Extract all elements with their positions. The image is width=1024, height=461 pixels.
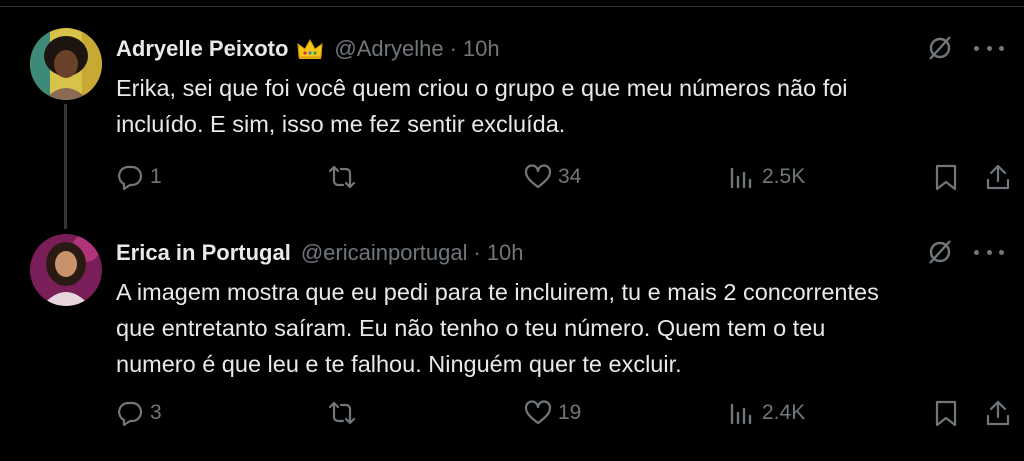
timestamp[interactable]: 10h	[463, 36, 500, 62]
bookmark-button[interactable]	[932, 162, 960, 192]
like-button[interactable]: 34	[524, 162, 581, 192]
view-count: 2.4K	[762, 401, 806, 424]
more-options-button[interactable]	[974, 240, 1004, 264]
reply-button[interactable]: 1	[116, 162, 162, 192]
grok-icon[interactable]	[926, 34, 954, 62]
like-button[interactable]: 19	[524, 398, 581, 428]
share-icon	[986, 164, 1010, 190]
bookmark-button[interactable]	[932, 398, 960, 428]
like-count: 34	[558, 165, 582, 188]
reply-count: 3	[150, 401, 162, 424]
tweet-thread: Adryelle Peixoto @Adryelhe · 10h Erika, …	[0, 0, 1024, 461]
share-button[interactable]	[984, 162, 1012, 192]
heart-icon	[524, 164, 552, 189]
separator: ·	[449, 36, 457, 61]
tweet-text-line: que entretanto saíram. Eu não tenho o te…	[116, 315, 826, 341]
views-button[interactable]: 2.5K	[728, 162, 805, 192]
grok-icon[interactable]	[926, 238, 954, 266]
views-button[interactable]: 2.4K	[728, 398, 805, 428]
analytics-icon	[730, 403, 752, 425]
share-button[interactable]	[984, 398, 1012, 428]
avatar[interactable]	[30, 234, 102, 306]
tweet-text-line: A imagem mostra que eu pedi para te incl…	[116, 279, 879, 305]
reply-count: 1	[150, 165, 162, 188]
tweet-text: Erika, sei que foi você quem criou o gru…	[116, 70, 996, 142]
retweet-button[interactable]	[328, 398, 356, 428]
reply-icon	[118, 165, 143, 191]
dot-icon	[974, 249, 979, 255]
tweet-header: Erica in Portugal @ericainportugal · 10h	[116, 238, 524, 268]
retweet-icon	[328, 401, 356, 425]
crown-icon	[296, 37, 324, 61]
view-count: 2.5K	[762, 165, 806, 188]
divider	[0, 6, 1024, 7]
analytics-icon	[730, 167, 752, 189]
dot-icon	[999, 249, 1004, 255]
timestamp[interactable]: 10h	[487, 240, 524, 266]
bookmark-icon	[935, 400, 957, 427]
dot-icon	[974, 45, 979, 51]
bookmark-icon	[935, 164, 957, 191]
author-name[interactable]: Erica in Portugal	[116, 240, 291, 266]
author-handle[interactable]: @ericainportugal	[301, 240, 468, 266]
action-bar: 3 19 2.4K	[0, 398, 1024, 428]
more-options-button[interactable]	[974, 36, 1004, 60]
avatar[interactable]	[30, 28, 102, 100]
dot-icon	[986, 45, 992, 51]
reply-icon	[118, 401, 143, 427]
separator: ·	[473, 240, 481, 265]
action-bar: 1 34 2.5K	[0, 162, 1024, 192]
tweet-text-line: incluído. E sim, isso me fez sentir excl…	[116, 111, 566, 137]
tweet-text-line: Erika, sei que foi você quem criou o gru…	[116, 75, 848, 101]
reply-button[interactable]: 3	[116, 398, 162, 428]
dot-icon	[999, 45, 1004, 51]
tweet-text-line: numero é que leu e te falhou. Ninguém qu…	[116, 351, 682, 377]
tweet-header: Adryelle Peixoto @Adryelhe · 10h	[116, 34, 500, 64]
dot-icon	[986, 249, 992, 255]
tweet-text: A imagem mostra que eu pedi para te incl…	[116, 274, 996, 382]
retweet-icon	[328, 165, 356, 189]
heart-icon	[524, 400, 552, 425]
author-handle[interactable]: @Adryelhe	[334, 36, 443, 62]
retweet-button[interactable]	[328, 162, 356, 192]
like-count: 19	[558, 401, 582, 424]
author-name[interactable]: Adryelle Peixoto	[116, 36, 288, 62]
share-icon	[986, 400, 1010, 426]
